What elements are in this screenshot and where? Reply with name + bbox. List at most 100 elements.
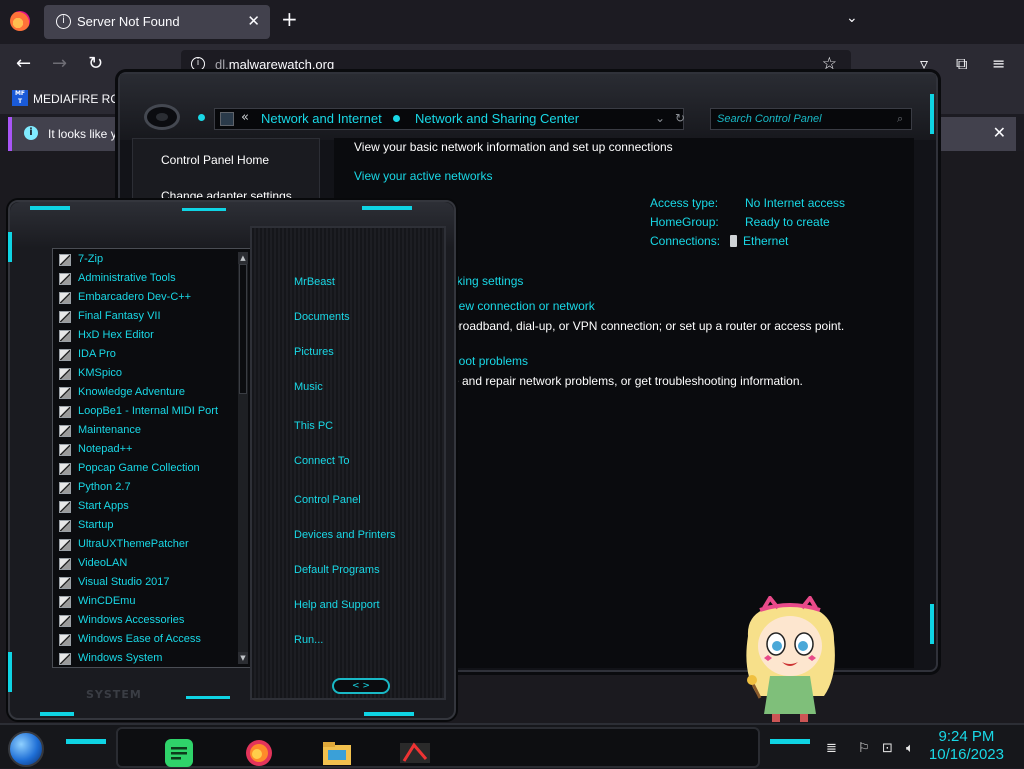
- url-text[interactable]: dl.malwarewatch.org: [215, 57, 334, 72]
- notification-text: It looks like y: [48, 127, 117, 141]
- places-pane: MrBeast Documents Pictures Music This PC…: [250, 226, 446, 700]
- tab-title: Server Not Found: [77, 14, 180, 29]
- scrollbar-thumb[interactable]: [239, 264, 247, 394]
- frame-accent: [362, 206, 412, 210]
- cp-title-bar: « Network and Internet Network and Shari…: [120, 74, 936, 140]
- access-type-label: Access type:: [650, 196, 719, 210]
- close-tab-icon[interactable]: ✕: [247, 12, 260, 30]
- breadcrumb-overflow[interactable]: «: [241, 110, 249, 125]
- search-icon: ⌕: [897, 113, 904, 125]
- notes-app-icon[interactable]: [162, 737, 196, 769]
- clock-time: 9:24 PM: [938, 728, 995, 745]
- program-folder-icon: [59, 406, 71, 418]
- cp-address-bar[interactable]: « Network and Internet Network and Shari…: [214, 108, 685, 130]
- homegroup-label: HomeGroup:: [650, 215, 719, 229]
- new-connection-desc: broadband, dial-up, or VPN connection; o…: [452, 319, 845, 333]
- place-default-programs[interactable]: Default Programs: [294, 564, 380, 576]
- program-folder-icon: [59, 368, 71, 380]
- troubleshoot-link[interactable]: hoot problems: [452, 354, 528, 368]
- program-folder-icon: [59, 653, 71, 665]
- connections-label: Connections:: [650, 234, 721, 248]
- program-folder-icon: [59, 501, 71, 513]
- site-info-icon[interactable]: i: [191, 57, 205, 71]
- cp-home-link[interactable]: Control Panel Home: [161, 153, 269, 167]
- close-notification-icon[interactable]: ✕: [993, 123, 1006, 142]
- game-app-icon[interactable]: [398, 737, 432, 769]
- extensions-icon[interactable]: ⧉: [956, 54, 967, 74]
- ethernet-link[interactable]: Ethernet: [730, 234, 788, 248]
- breadcrumb-separator-icon: [393, 115, 400, 122]
- access-type-value: No Internet access: [745, 196, 846, 210]
- reload-button[interactable]: ↻: [88, 53, 103, 74]
- new-connection-link[interactable]: new connection or network: [452, 299, 595, 313]
- place-this-pc[interactable]: This PC: [294, 420, 333, 432]
- frame-accent: [30, 206, 70, 210]
- action-center-flag-icon[interactable]: ⚐: [858, 741, 870, 756]
- search-placeholder: Search Control Panel: [717, 113, 822, 125]
- address-dropdown-icon[interactable]: ⌄: [655, 111, 665, 125]
- cp-search-input[interactable]: Search Control Panel ⌕: [710, 108, 912, 130]
- frame-accent: [8, 232, 12, 262]
- frame-accent: [930, 94, 934, 134]
- active-networks-heading: View your active networks: [354, 169, 493, 183]
- back-button[interactable]: ←: [16, 53, 31, 74]
- place-pictures[interactable]: Pictures: [294, 346, 334, 358]
- start-orb-button[interactable]: [8, 731, 44, 767]
- menu-icon[interactable]: ≡: [992, 54, 1005, 73]
- taskbar-apps-frame: [116, 727, 760, 768]
- frame-accent: [182, 208, 226, 211]
- refresh-icon[interactable]: ↻: [675, 111, 685, 125]
- frame-accent: [770, 739, 810, 744]
- scroll-down-icon[interactable]: ▼: [238, 652, 248, 664]
- taskbar: ≣ ⚐ ⊡ 🔈︎ 9:24 PM 10/16/2023: [0, 723, 1024, 768]
- homegroup-link[interactable]: Ready to create: [745, 215, 830, 229]
- program-folder-icon: [59, 387, 71, 399]
- ethernet-icon: [730, 235, 737, 247]
- place-documents[interactable]: Documents: [294, 311, 350, 323]
- breadcrumb-sharing-center[interactable]: Network and Sharing Center: [415, 111, 579, 126]
- program-folder-icon: [59, 330, 71, 342]
- new-tab-button[interactable]: +: [281, 9, 298, 29]
- info-icon: i: [24, 126, 38, 140]
- program-folder-icon: [59, 349, 71, 361]
- change-settings-heading: orking settings: [446, 274, 524, 288]
- program-folder-icon: [59, 463, 71, 475]
- firefox-icon[interactable]: [10, 11, 30, 31]
- browser-tab[interactable]: i Server Not Found ✕: [44, 5, 270, 39]
- frame-accent: [364, 712, 414, 716]
- program-folder-icon: [59, 577, 71, 589]
- troubleshoot-desc: e and repair network problems, or get tr…: [452, 374, 803, 388]
- place-connect-to[interactable]: Connect To: [294, 455, 349, 467]
- program-folder-icon: [59, 425, 71, 437]
- place-user[interactable]: MrBeast: [294, 276, 335, 288]
- place-control-panel[interactable]: Control Panel: [294, 494, 361, 506]
- bookmark-mediafire[interactable]: MEDIAFIRE RO: [33, 92, 120, 106]
- scroll-up-icon[interactable]: ▲: [238, 252, 248, 264]
- firefox-taskbar-icon[interactable]: [242, 737, 276, 769]
- program-list: 7-Zip Administrative Tools Embarcadero D…: [52, 248, 252, 668]
- program-folder-icon: [59, 311, 71, 323]
- taskbar-clock[interactable]: 9:24 PM 10/16/2023: [929, 728, 1004, 764]
- cp-nav-orb-icon[interactable]: [144, 104, 180, 130]
- start-menu-nav-button[interactable]: < >: [332, 678, 390, 694]
- forward-button[interactable]: →: [52, 53, 67, 74]
- place-music[interactable]: Music: [294, 381, 323, 393]
- program-folder-icon: [59, 615, 71, 627]
- place-help-support[interactable]: Help and Support: [294, 599, 380, 611]
- place-devices-printers[interactable]: Devices and Printers: [294, 529, 396, 541]
- frame-accent: [8, 652, 12, 692]
- program-folder-icon: [59, 634, 71, 646]
- bookmark-star-icon[interactable]: ☆: [822, 54, 837, 74]
- program-folder-icon: [59, 539, 71, 551]
- browser-tab-bar: i Server Not Found ✕ + ⌄: [0, 0, 1024, 44]
- volume-icon[interactable]: 🔈︎: [906, 741, 914, 756]
- pocket-icon[interactable]: ▿: [920, 54, 928, 73]
- program-folder-icon: [59, 273, 71, 285]
- breadcrumb-network-internet[interactable]: Network and Internet: [261, 111, 382, 126]
- program-folder-icon: [59, 254, 71, 266]
- place-run[interactable]: Run...: [294, 634, 323, 646]
- file-explorer-icon[interactable]: [320, 737, 354, 769]
- tab-list-chevron-icon[interactable]: ⌄: [846, 10, 858, 26]
- show-desktop-icon[interactable]: ≣: [826, 741, 837, 756]
- network-warning-icon[interactable]: ⊡: [882, 741, 893, 756]
